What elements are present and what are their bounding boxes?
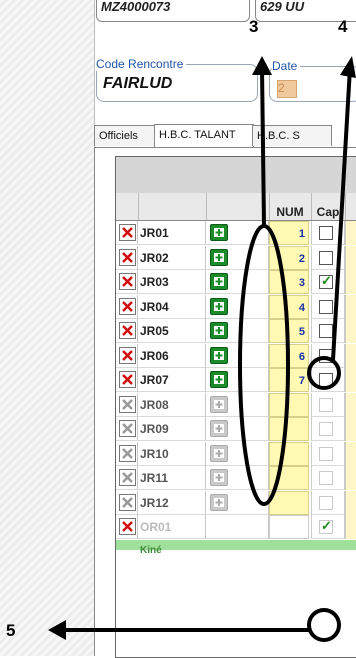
arrow-4-line	[331, 67, 352, 361]
annotation-label-5: 5	[6, 621, 16, 640]
highlight-ellipse-num	[238, 224, 290, 506]
arrow-3-head	[252, 56, 272, 75]
arrow-3-line	[260, 67, 266, 227]
annotation-label-3: 3	[249, 17, 259, 36]
annotation-label-4: 4	[338, 17, 348, 36]
highlight-circle-cap	[307, 356, 341, 390]
arrow-4-head	[340, 56, 356, 78]
arrow-5-head	[48, 620, 66, 640]
highlight-circle-or01	[307, 608, 341, 642]
annotation-overlay	[48, 56, 356, 642]
